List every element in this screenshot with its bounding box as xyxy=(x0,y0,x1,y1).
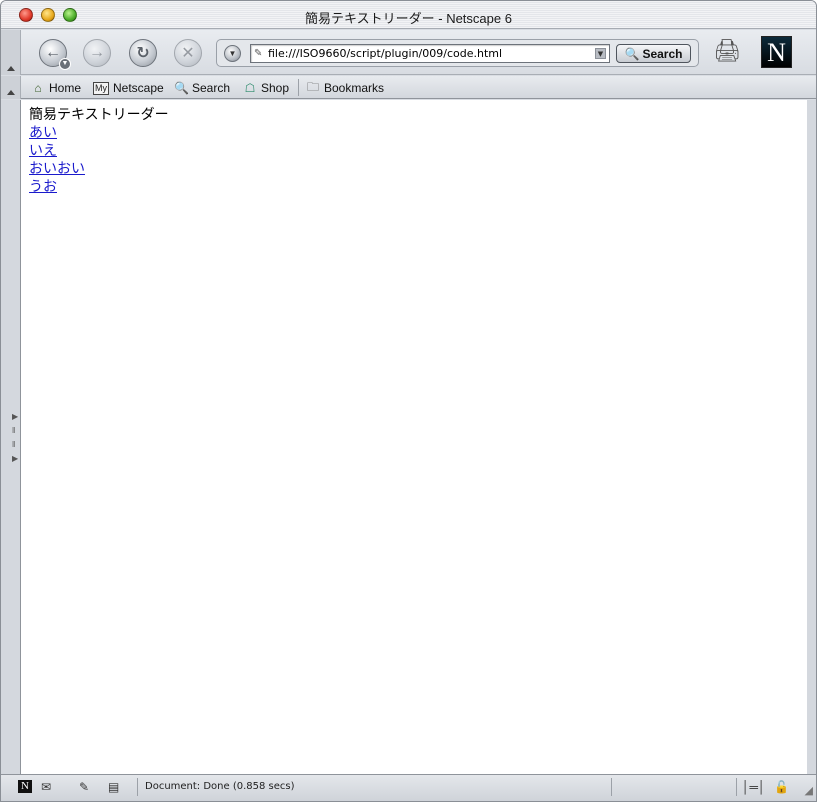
collapse-arrow-icon xyxy=(7,66,15,71)
back-button[interactable]: ← ▼ xyxy=(39,39,71,70)
page-content: 簡易テキストリーダー あい いえ おいおい うお xyxy=(21,100,807,774)
security-lock-icon[interactable]: 🔓 xyxy=(774,780,789,794)
back-arrow-icon: ← xyxy=(45,44,61,61)
text-link[interactable]: おいおい xyxy=(29,160,85,178)
text-link[interactable]: いえ xyxy=(29,142,57,160)
url-text: file:///ISO9660/script/plugin/009/code.h… xyxy=(268,47,503,60)
url-bar: ▼ ✎ file:///ISO9660/script/plugin/009/co… xyxy=(216,39,699,67)
netscape-logo[interactable]: N xyxy=(761,36,792,68)
home-icon: ⌂ xyxy=(34,81,42,95)
search-button[interactable]: 🔍 Search xyxy=(616,44,691,63)
collapse-navbar-tab[interactable] xyxy=(1,30,21,75)
search-icon: 🔍 xyxy=(174,81,189,95)
window-title: 簡易テキストリーダー - Netscape 6 xyxy=(305,11,512,26)
shop-label: Shop xyxy=(261,81,290,95)
url-input[interactable]: ✎ file:///ISO9660/script/plugin/009/code… xyxy=(250,44,610,63)
toolbar-divider xyxy=(298,79,299,96)
forward-button[interactable]: → xyxy=(83,39,111,67)
netscape-status-icon[interactable]: N xyxy=(18,780,32,793)
composer-icon[interactable]: ✎ xyxy=(79,780,89,794)
shop-icon: ☖ xyxy=(244,81,256,95)
collapse-arrow-icon xyxy=(7,90,15,95)
url-dropdown-icon[interactable]: ▼ xyxy=(595,48,606,59)
folder-icon: 🗀 xyxy=(306,79,319,94)
reload-button[interactable]: ↻ xyxy=(129,39,157,67)
navigation-toolbar: ← ▼ → ↻ ✕ ▼ ✎ file:///ISO9660/script/plu… xyxy=(1,30,816,75)
bookmarks-menu[interactable]: 🗀 Bookmarks xyxy=(306,80,384,96)
netscape-label: Netscape xyxy=(113,81,164,95)
back-history-dropdown-icon[interactable]: ▼ xyxy=(59,58,71,70)
resize-grip-icon[interactable]: ◢ xyxy=(805,784,813,797)
personal-toolbar: ⌂ Home My Netscape 🔍 Search ☖ Shop 🗀 Boo… xyxy=(1,76,816,99)
magnifier-icon: 🔍 xyxy=(624,46,640,61)
search-bookmark-label: Search xyxy=(192,81,231,95)
home-label: Home xyxy=(49,81,82,95)
browser-window: 簡易テキストリーダー - Netscape 6 ← ▼ → ↻ ✕ ▼ ✎ fi… xyxy=(0,0,817,802)
stop-icon: ✕ xyxy=(181,45,195,62)
title-bar[interactable]: 簡易テキストリーダー - Netscape 6 xyxy=(1,1,816,29)
status-text: Document: Done (0.858 secs) xyxy=(145,781,295,792)
status-bar: N ✉ ✎ ▤ Document: Done (0.858 secs) │═│ … xyxy=(1,774,816,801)
text-link[interactable]: うお xyxy=(29,178,57,196)
shop-bookmark[interactable]: ☖ Shop xyxy=(243,80,289,96)
text-link[interactable]: あい xyxy=(29,124,57,142)
right-frame-edge xyxy=(807,100,816,774)
search-bookmark[interactable]: 🔍 Search xyxy=(174,80,230,96)
my-netscape-bookmark[interactable]: My Netscape xyxy=(93,80,164,96)
online-connection-icon[interactable]: │═│ xyxy=(742,780,766,794)
status-divider xyxy=(611,778,612,796)
mail-icon[interactable]: ✉ xyxy=(41,780,51,794)
my-netscape-icon: My xyxy=(93,81,109,95)
sidebar-collapsed-strip[interactable]: ▶ ‖ ‖ ▶ xyxy=(1,100,21,774)
print-icon[interactable]: 🖨 xyxy=(713,38,741,64)
forward-arrow-icon: → xyxy=(89,44,105,61)
bookmarks-label: Bookmarks xyxy=(324,81,385,95)
search-button-label: Search xyxy=(642,46,683,61)
status-divider xyxy=(137,778,138,796)
page-heading: 簡易テキストリーダー xyxy=(29,107,169,123)
address-book-icon[interactable]: ▤ xyxy=(108,780,119,794)
reload-icon: ↻ xyxy=(136,45,150,62)
status-divider xyxy=(736,778,737,796)
stop-button[interactable]: ✕ xyxy=(174,39,202,67)
page-proxy-icon[interactable]: ✎ xyxy=(254,48,262,59)
home-bookmark[interactable]: ⌂ Home xyxy=(31,80,81,96)
collapse-personal-toolbar-tab[interactable] xyxy=(1,76,21,99)
sidebar-grip-icon[interactable]: ▶ ‖ ‖ ▶ xyxy=(12,410,18,463)
url-history-icon[interactable]: ▼ xyxy=(224,45,241,62)
